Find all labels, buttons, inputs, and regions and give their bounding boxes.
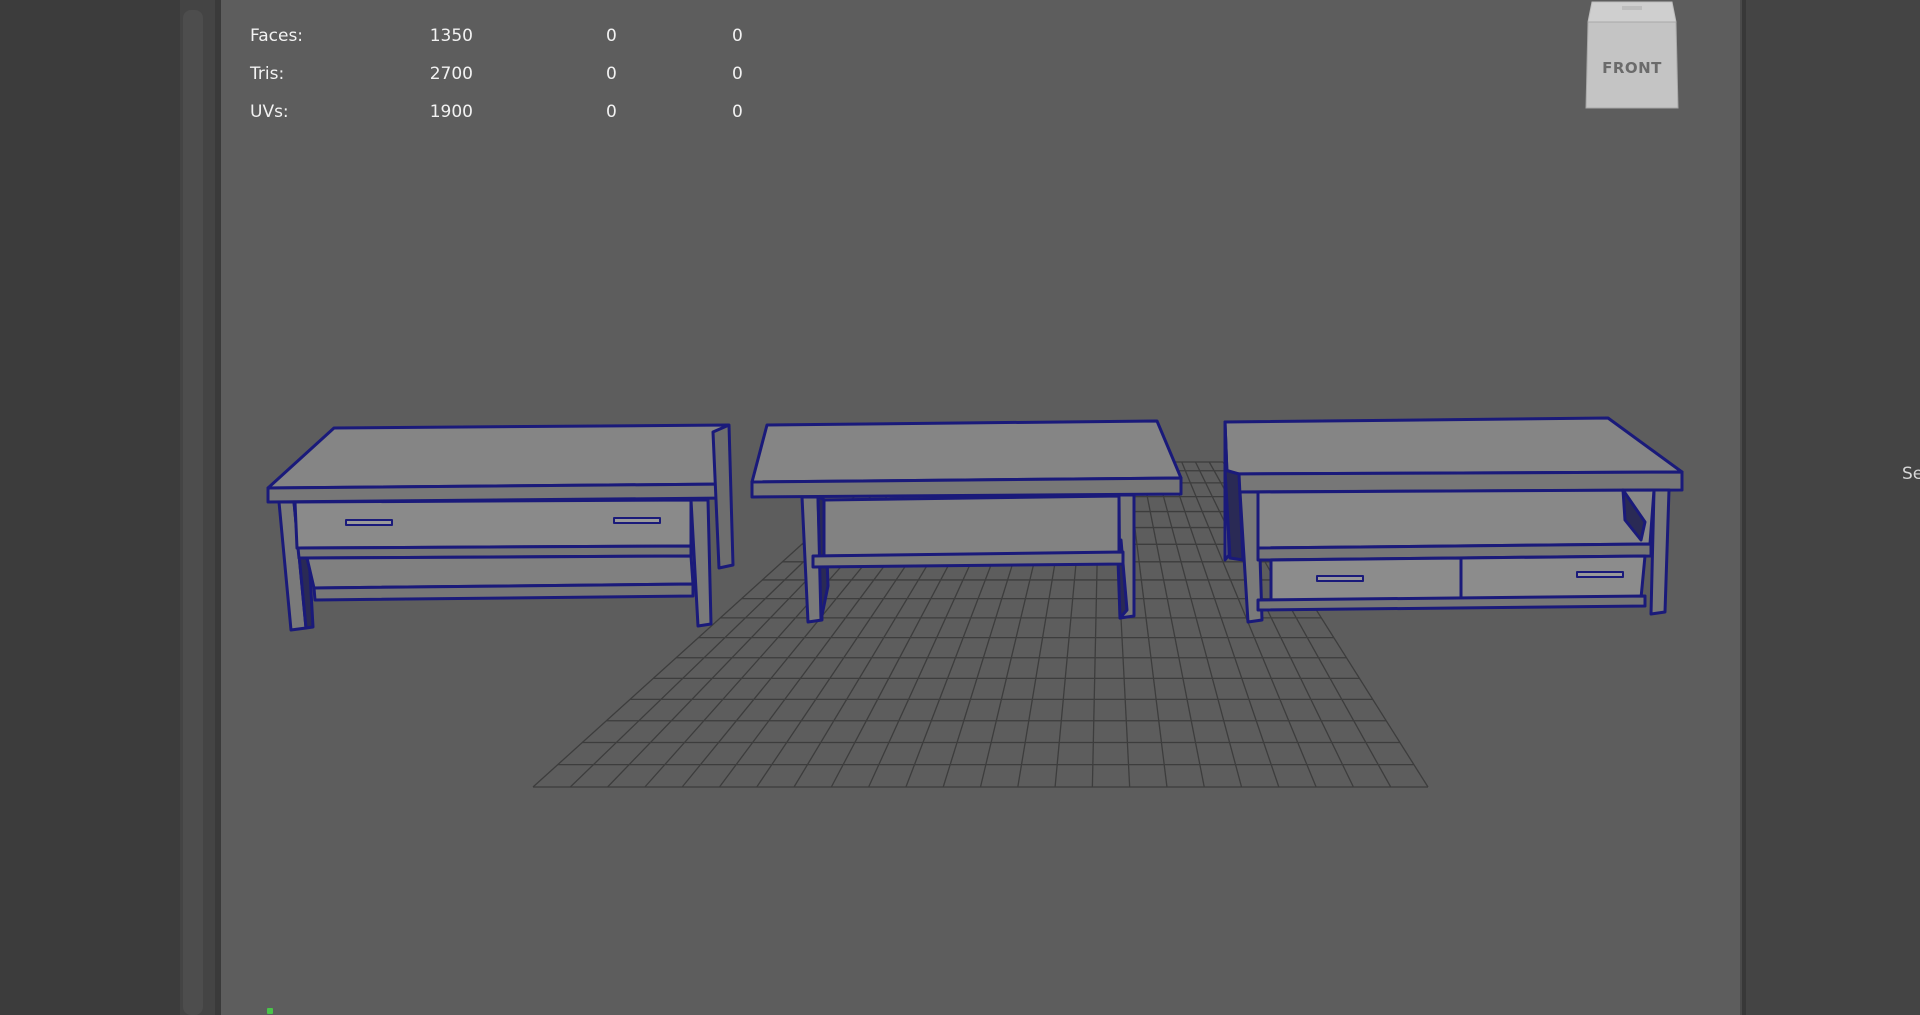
right-panel-label: Se bbox=[1902, 464, 1920, 484]
3d-viewport[interactable]: Faces: 1350 0 0 Tris: 2700 0 0 UVs: 1900… bbox=[221, 0, 1742, 1015]
panel-divider bbox=[1742, 0, 1746, 1015]
axis-indicator-icon bbox=[267, 1008, 273, 1014]
grid-line bbox=[1139, 461, 1205, 788]
coffee-table-middle bbox=[750, 419, 1183, 624]
scene-canvas bbox=[266, 416, 1684, 788]
tv-stand-left bbox=[266, 423, 735, 632]
tv-stand-right bbox=[1223, 416, 1684, 624]
left-panel bbox=[0, 0, 180, 1015]
right-panel bbox=[1742, 0, 1920, 1015]
left-scrollbar[interactable] bbox=[183, 10, 203, 1015]
